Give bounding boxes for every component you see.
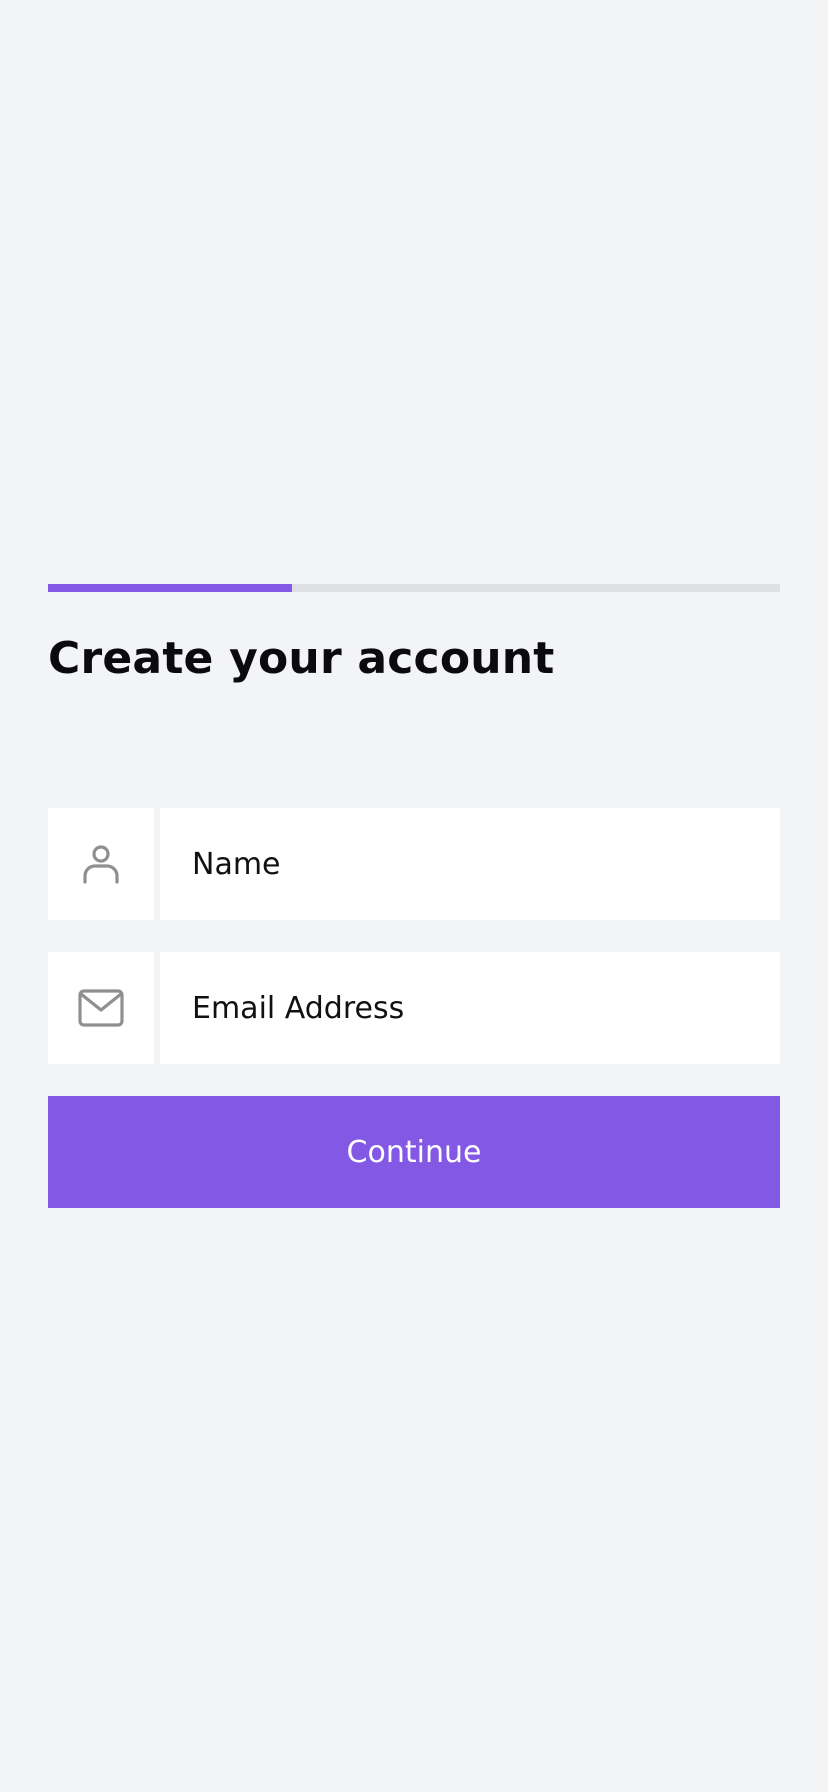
name-input[interactable] (160, 808, 780, 920)
progress-bar (48, 584, 780, 592)
email-input[interactable] (160, 952, 780, 1064)
continue-button[interactable]: Continue (48, 1096, 780, 1208)
name-field-icon-box (48, 808, 154, 920)
signup-container: Create your account Continue (48, 584, 780, 1208)
mail-icon (78, 989, 124, 1027)
progress-fill (48, 584, 292, 592)
name-field (48, 808, 780, 920)
page-title: Create your account (48, 633, 555, 684)
user-icon (81, 844, 121, 884)
email-field (48, 952, 780, 1064)
email-field-icon-box (48, 952, 154, 1064)
